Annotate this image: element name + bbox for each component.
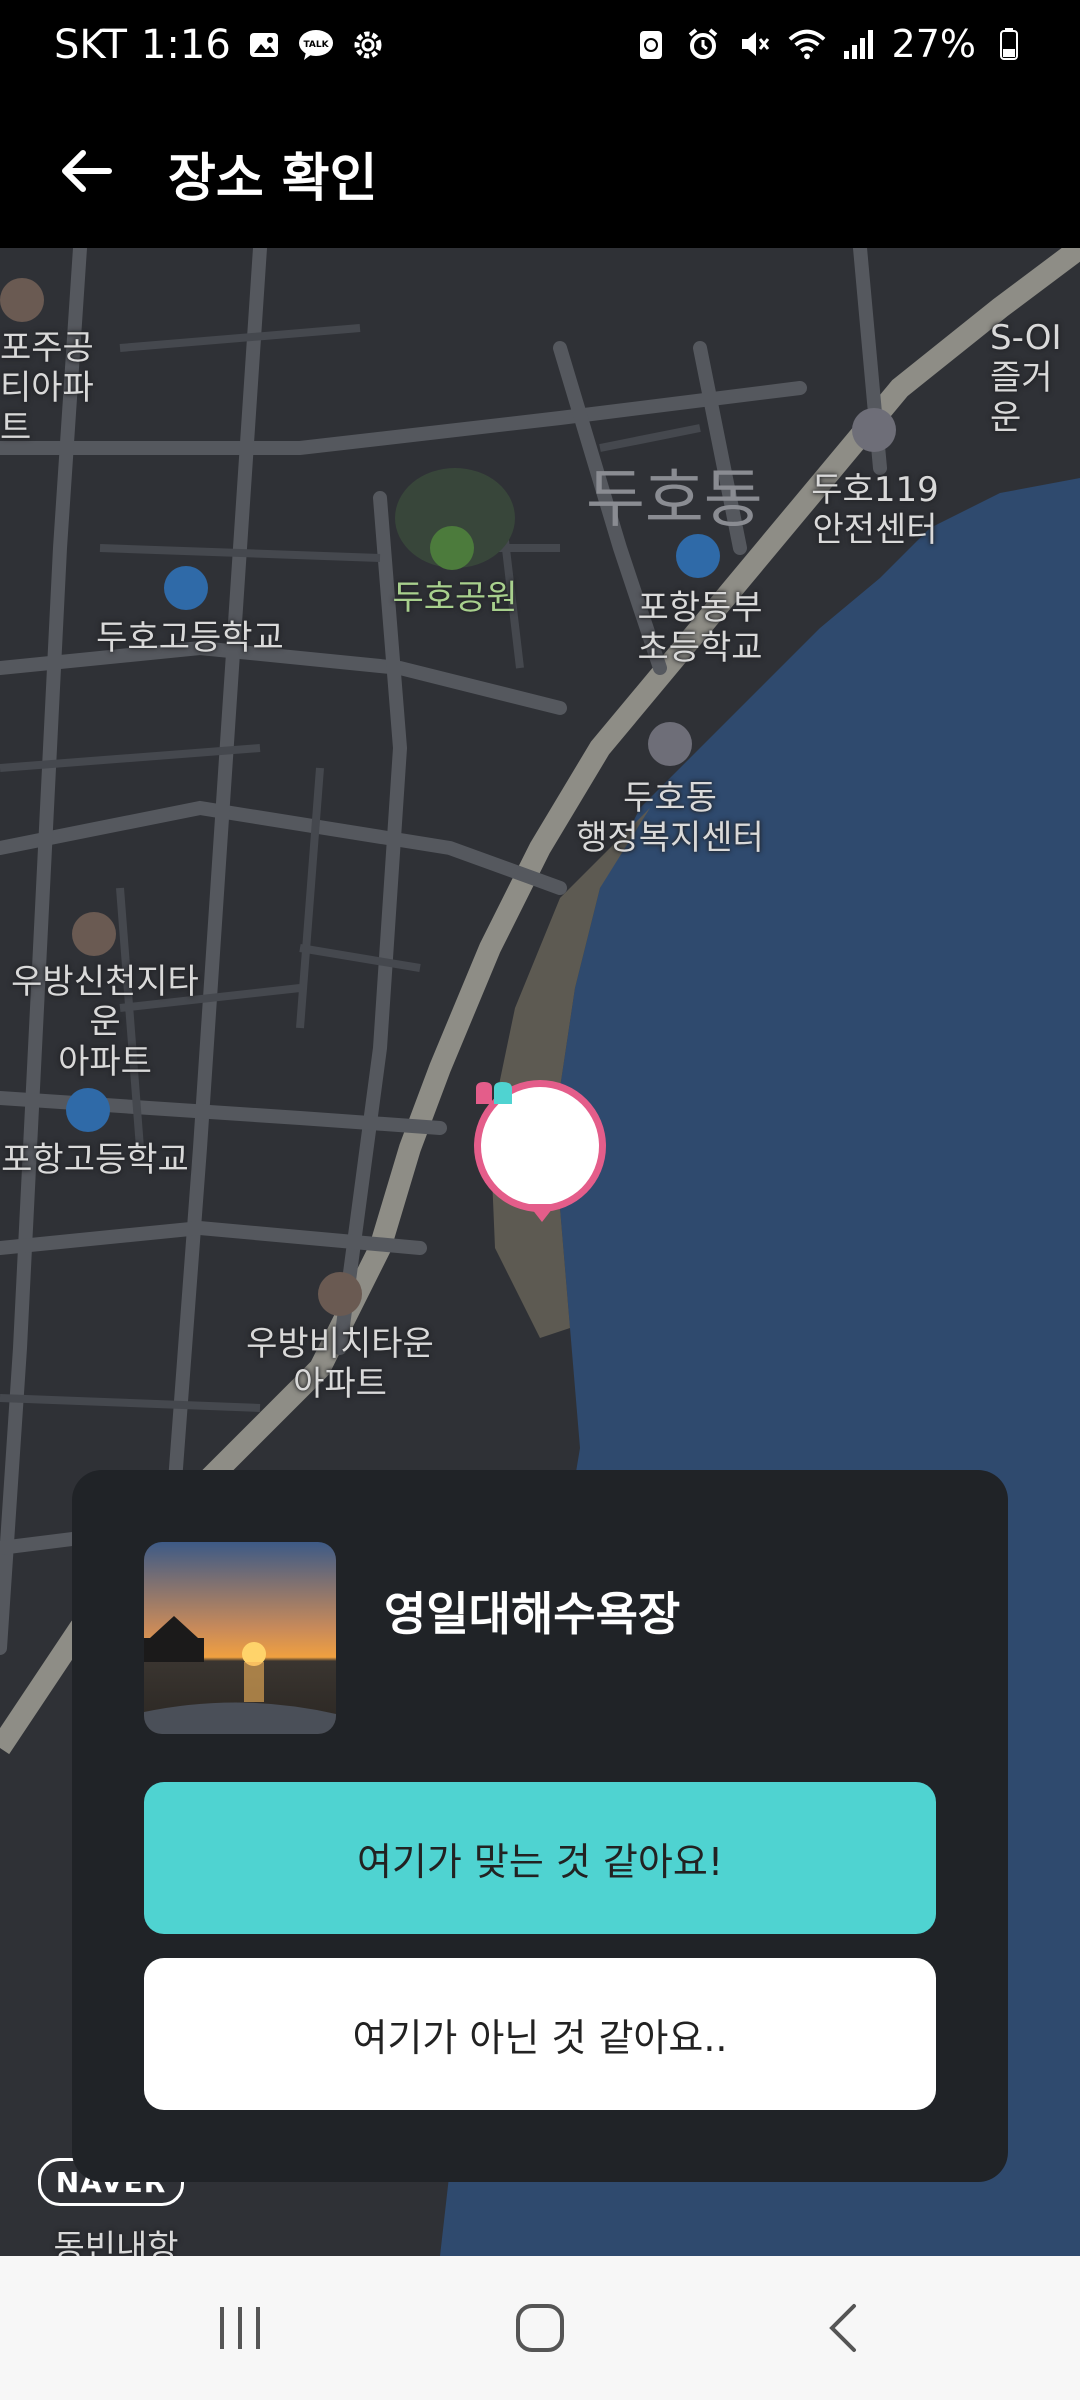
park-icon[interactable] <box>430 526 474 570</box>
poi-label: 두호동 행정복지센터 <box>576 778 764 858</box>
signal-icon <box>840 25 878 63</box>
poi-label: 두호공원 <box>392 578 518 618</box>
kakaotalk-icon: TALK <box>297 26 335 64</box>
app-bar: 장소 확인 <box>0 96 1080 248</box>
government-office-icon[interactable] <box>648 722 692 766</box>
poi-label: 우방신천지타운 아파트 <box>11 962 199 1082</box>
reject-button[interactable]: 여기가 아닌 것 같아요.. <box>144 1958 936 2110</box>
status-right: 27% <box>632 22 1028 66</box>
status-left: SKT 1:16 TALK <box>54 22 387 68</box>
poi-label: 포주공 티아파트 <box>0 328 94 448</box>
tourism-icon <box>476 1082 512 1104</box>
svg-text:TALK: TALK <box>303 40 329 50</box>
mute-icon <box>736 25 774 63</box>
recent-apps-icon <box>220 2307 260 2349</box>
settings-icon <box>349 26 387 64</box>
place-confirm-card: 영일대해수욕장 여기가 맞는 것 같아요! 여기가 아닌 것 같아요.. <box>72 1470 1008 2182</box>
place-name: 영일대해수욕장 <box>384 1587 681 1641</box>
marker-inner <box>476 1082 599 1205</box>
wifi-icon <box>788 25 826 63</box>
school-icon[interactable] <box>66 1088 110 1132</box>
battery-icon <box>990 25 1028 63</box>
alarm-icon <box>684 25 722 63</box>
poi-label: 포항고등학교 <box>1 1140 189 1180</box>
district-label: 두호동 <box>586 463 763 537</box>
battery-percent: 27% <box>891 22 976 66</box>
poi-label: S-OI 즐거운 <box>990 318 1062 438</box>
school-icon[interactable] <box>676 534 720 578</box>
place-thumbnail <box>144 1542 336 1734</box>
confirm-button[interactable]: 여기가 맞는 것 같아요! <box>144 1782 936 1934</box>
status-bar: SKT 1:16 TALK 27% <box>0 0 1080 96</box>
home-icon <box>516 2304 564 2352</box>
clock: 1:16 <box>140 22 231 68</box>
marker-tail <box>528 1204 556 1222</box>
home-button[interactable] <box>480 2286 600 2370</box>
carrier: SKT <box>54 22 127 68</box>
system-nav-bar <box>0 2256 1080 2400</box>
school-icon[interactable] <box>164 566 208 610</box>
page-title: 장소 확인 <box>168 149 378 209</box>
apartment-icon <box>0 278 44 322</box>
back-icon <box>829 2304 856 2352</box>
gallery-icon <box>245 26 283 64</box>
poi-label: 두호119 안전센터 <box>811 470 939 550</box>
selected-place-marker[interactable] <box>474 1080 606 1212</box>
poi-label: 두호고등학교 <box>96 618 284 658</box>
apartment-icon[interactable] <box>318 1272 362 1316</box>
arrow-left-icon <box>62 150 112 192</box>
apartment-icon[interactable] <box>72 912 116 956</box>
fire-station-icon[interactable] <box>852 408 896 452</box>
recent-apps-button[interactable] <box>180 2286 300 2370</box>
poi-label: 동빈내항 <box>53 2228 179 2256</box>
back-button[interactable] <box>40 126 130 216</box>
poi-label: 포항동부 초등학교 <box>637 588 763 668</box>
back-nav-button[interactable] <box>784 2286 904 2370</box>
recycle-icon <box>632 25 670 63</box>
poi-label: 우방비치타운 아파트 <box>246 1324 434 1404</box>
